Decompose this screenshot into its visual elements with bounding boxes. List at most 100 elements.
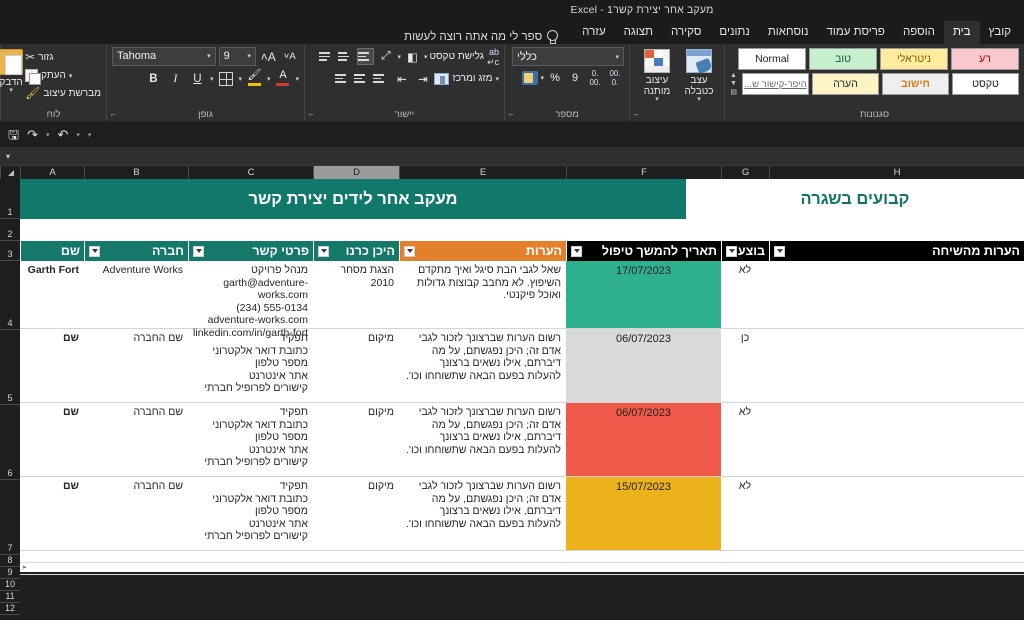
filter-icon[interactable]	[193, 245, 204, 257]
alignment-dialog-launcher[interactable]: ⌐	[309, 110, 314, 119]
cell-where-met[interactable]: הצגת מסחר 2010	[313, 261, 399, 328]
cell-style-normal[interactable]: Normal	[738, 48, 806, 70]
decrease-decimal-button[interactable]: .0.00	[586, 69, 604, 87]
row-header-5[interactable]: 5	[0, 330, 20, 405]
empty-row[interactable]	[20, 587, 1024, 599]
tab-file[interactable]: קובץ	[980, 21, 1020, 44]
table-header-contact-details[interactable]: פרטי קשר	[188, 241, 313, 261]
cell-done[interactable]: לא	[721, 403, 769, 476]
underline-button[interactable]: U	[188, 69, 207, 88]
align-top-button[interactable]	[357, 48, 375, 65]
row-header-3[interactable]: 3	[0, 241, 20, 261]
empty-row[interactable]	[20, 599, 1024, 611]
orientation-button[interactable]: ⤢	[376, 47, 395, 66]
row-header-7[interactable]: 7	[0, 480, 20, 555]
cell-style-good[interactable]: טוב	[809, 48, 877, 70]
cell-contact-details[interactable]: תפקיד כתובת דואר אלקטרוני מספר טלפון אתר…	[188, 477, 313, 550]
column-header-H[interactable]: H	[769, 166, 1024, 179]
empty-row[interactable]	[20, 575, 1024, 587]
bold-button[interactable]: B	[144, 69, 163, 88]
chevron-down-icon[interactable]: ▾	[9, 87, 13, 94]
accounting-format-icon[interactable]	[522, 71, 539, 85]
tab-help[interactable]: עזרה	[573, 21, 615, 44]
number-format-dropdown[interactable]: ▾ כללי	[512, 47, 624, 66]
chevron-down-icon[interactable]: ▾	[295, 75, 299, 83]
row-header-1[interactable]: 1	[0, 179, 20, 219]
column-header-C[interactable]: C	[188, 166, 313, 179]
cell-notes[interactable]: רשום הערות שברצונך לזכור לגבי אדם זה; הי…	[399, 403, 566, 476]
chevron-down-icon[interactable]: ▾	[210, 75, 214, 83]
chevron-down-icon[interactable]: ▾	[655, 96, 659, 103]
cell-followup-date[interactable]: 17/07/2023	[566, 261, 721, 328]
chevron-down-icon[interactable]: ▾	[46, 131, 50, 139]
format-painter-button[interactable]: מברשת עיצוב 🖌	[25, 85, 101, 102]
cell-where-met[interactable]: מיקום	[313, 477, 399, 550]
row-header-2[interactable]: 2	[0, 219, 20, 241]
filter-icon[interactable]	[571, 245, 582, 257]
filter-icon[interactable]	[404, 245, 415, 257]
cell-call-notes[interactable]	[769, 403, 1024, 476]
cell-company[interactable]: שם החברה	[84, 403, 188, 476]
fill-color-button[interactable]: 🖌	[245, 69, 264, 88]
tell-me-search[interactable]: ספר לי מה אתה רוצה לעשות	[404, 30, 559, 44]
font-name-input[interactable]: ▾ Tahoma	[112, 47, 216, 66]
column-header-B[interactable]: B	[84, 166, 188, 179]
increase-decimal-button[interactable]: .00.0	[606, 69, 624, 87]
format-as-table-button[interactable]: עצב כטבלה ▾	[679, 47, 719, 103]
chevron-down-icon[interactable]: ▾	[238, 75, 242, 83]
tab-data[interactable]: נתונים	[710, 21, 758, 44]
borders-button[interactable]	[216, 69, 235, 88]
cell-followup-date[interactable]: 06/07/2023	[566, 329, 721, 402]
increase-indent-button[interactable]: ⇤	[392, 69, 411, 88]
row-header-12[interactable]: 12	[0, 603, 20, 615]
filter-icon[interactable]	[318, 245, 329, 257]
table-header-followup-date[interactable]: תאריך להמשך טיפול	[566, 241, 721, 261]
cell-style-calculation[interactable]: חישוב	[881, 73, 949, 95]
cell-style-bad[interactable]: רע	[951, 48, 1019, 70]
chevron-down-icon[interactable]: ▾	[697, 96, 701, 103]
column-header-A[interactable]: A	[20, 166, 84, 179]
gallery-up-icon[interactable]: ▲	[730, 72, 737, 79]
styles-dialog-launcher[interactable]: ⌐	[634, 110, 639, 119]
chevron-down-icon[interactable]: ▾	[540, 74, 544, 82]
empty-row[interactable]	[20, 551, 1024, 563]
select-all-corner[interactable]	[0, 166, 20, 179]
cell-call-notes[interactable]	[769, 477, 1024, 550]
cell-company[interactable]: Adventure Works	[84, 261, 188, 328]
formula-bar[interactable]: ▾	[0, 147, 1024, 166]
cell-name[interactable]: Garth Fort	[20, 261, 84, 328]
copy-button[interactable]: ▾ העתק	[25, 67, 73, 85]
filter-icon[interactable]	[726, 245, 737, 257]
tab-insert[interactable]: הוספה	[894, 21, 944, 44]
decrease-indent-button[interactable]: ⇥	[413, 69, 432, 88]
cell-style-text[interactable]: טקסט	[951, 73, 1019, 95]
expand-formula-bar-icon[interactable]: ▾	[6, 152, 10, 161]
tab-home[interactable]: בית	[943, 21, 980, 44]
row-header-6[interactable]: 6	[0, 405, 20, 480]
undo-icon[interactable]: ↶	[58, 128, 69, 141]
cell-company[interactable]: שם החברה	[84, 329, 188, 402]
filter-icon[interactable]	[89, 245, 100, 257]
chevron-down-icon[interactable]: ▾	[69, 72, 73, 80]
cell-style-hyperlink[interactable]: היפר-קישור ש...	[741, 73, 809, 95]
cell-done[interactable]: לא	[721, 477, 769, 550]
cell-style-note[interactable]: הערה	[811, 73, 879, 95]
table-row[interactable]: לא 06/07/2023 רשום הערות שברצונך לזכור ל…	[20, 403, 1024, 477]
table-header-call-notes[interactable]: הערות מהשיחה	[769, 241, 1024, 261]
cell-followup-date[interactable]: 06/07/2023	[566, 403, 721, 476]
cell-name[interactable]: שם	[20, 403, 84, 476]
row-header-9[interactable]: 9	[0, 567, 20, 579]
filter-icon[interactable]	[774, 245, 785, 257]
font-size-input[interactable]: ▾ 9	[218, 47, 256, 66]
gallery-down-icon[interactable]: ▼	[730, 80, 737, 87]
tab-view[interactable]: תצוגה	[615, 21, 662, 44]
merge-center-button[interactable]: ▾ מזג ומרכז	[434, 69, 499, 88]
table-row[interactable]: לא 15/07/2023 רשום הערות שברצונך לזכור ל…	[20, 477, 1024, 551]
cell-notes[interactable]: רשום הערות שברצונך לזכור לגבי אדם זה; הי…	[399, 477, 566, 550]
cell-call-notes[interactable]	[769, 329, 1024, 402]
font-dialog-launcher[interactable]: ⌐	[111, 110, 116, 119]
cell-name[interactable]: שם	[20, 477, 84, 550]
tab-formulas[interactable]: נוסחאות	[759, 21, 818, 44]
paste-button[interactable]: הדבק ▾	[0, 47, 24, 94]
row-header-8[interactable]: 8	[0, 555, 20, 567]
